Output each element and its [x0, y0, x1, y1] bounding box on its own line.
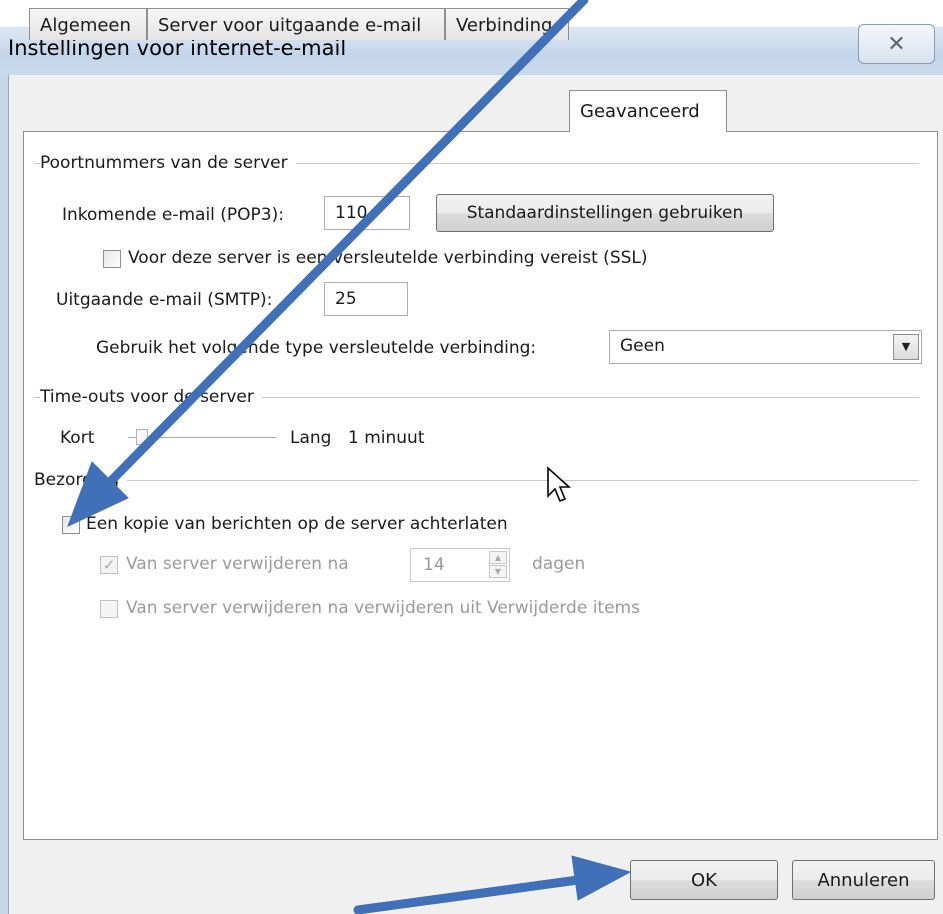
- leave-copy-label: Een kopie van berichten op de server ach…: [86, 514, 508, 534]
- stepper-buttons[interactable]: ▲ ▼: [489, 551, 507, 579]
- delivery-group-label: Bezorging: [34, 470, 128, 490]
- remove-deleted-checkbox[interactable]: [100, 600, 118, 618]
- remove-after-days-value: 14: [423, 555, 445, 575]
- timeout-long-label: Lang: [290, 428, 332, 448]
- leave-copy-checkbox[interactable]: [62, 516, 80, 534]
- tab-geavanceerd[interactable]: Geavanceerd: [569, 90, 727, 132]
- cancel-button[interactable]: Annuleren: [792, 860, 935, 900]
- close-icon: ✕: [887, 31, 906, 57]
- tab-uitgaande-server[interactable]: Server voor uitgaande e-mail: [147, 8, 445, 40]
- chevron-down-icon[interactable]: ▼: [489, 565, 507, 578]
- outgoing-port-label: Uitgaande e-mail (SMTP):: [56, 290, 273, 310]
- use-defaults-button[interactable]: Standaardinstellingen gebruiken: [436, 194, 774, 232]
- mouse-cursor-icon: [547, 466, 572, 503]
- encryption-type-value: Geen: [620, 336, 665, 356]
- chevron-down-icon[interactable]: ▼: [893, 334, 919, 360]
- outgoing-port-input[interactable]: 25: [324, 282, 408, 316]
- incoming-port-input[interactable]: 110: [324, 196, 410, 230]
- tab-verbinding[interactable]: Verbinding: [445, 8, 569, 40]
- remove-after-days-stepper[interactable]: 14 ▲ ▼: [410, 548, 510, 582]
- timeouts-group-label: Time-outs voor de server: [40, 387, 262, 407]
- timeout-slider-thumb[interactable]: [136, 429, 148, 445]
- remove-after-checkbox[interactable]: ✓: [100, 556, 118, 574]
- ok-button[interactable]: OK: [630, 860, 778, 900]
- dialog-window: Instellingen voor internet-e-mail ✕ Alge…: [0, 0, 943, 914]
- incoming-port-label: Inkomende e-mail (POP3):: [62, 205, 284, 225]
- ssl-checkbox[interactable]: [103, 250, 121, 268]
- days-label: dagen: [532, 554, 586, 574]
- encryption-type-label: Gebruik het volgende type versleutelde v…: [96, 338, 537, 358]
- close-button[interactable]: ✕: [858, 24, 935, 64]
- remove-after-label: Van server verwijderen na: [126, 554, 349, 574]
- ssl-label: Voor deze server is een versleutelde ver…: [128, 248, 648, 268]
- ports-group-label: Poortnummers van de server: [40, 153, 296, 173]
- delivery-group-divider: [34, 480, 919, 481]
- encryption-type-select[interactable]: Geen ▼: [609, 330, 922, 364]
- timeout-short-label: Kort: [60, 428, 95, 448]
- chevron-up-icon[interactable]: ▲: [489, 551, 507, 564]
- tab-algemeen[interactable]: Algemeen: [29, 8, 147, 40]
- timeout-value: 1 minuut: [348, 428, 425, 448]
- remove-deleted-label: Van server verwijderen na verwijderen ui…: [126, 598, 640, 618]
- tab-panel-geavanceerd: Poortnummers van de server Inkomende e-m…: [23, 131, 938, 840]
- timeout-slider-track[interactable]: [128, 437, 276, 438]
